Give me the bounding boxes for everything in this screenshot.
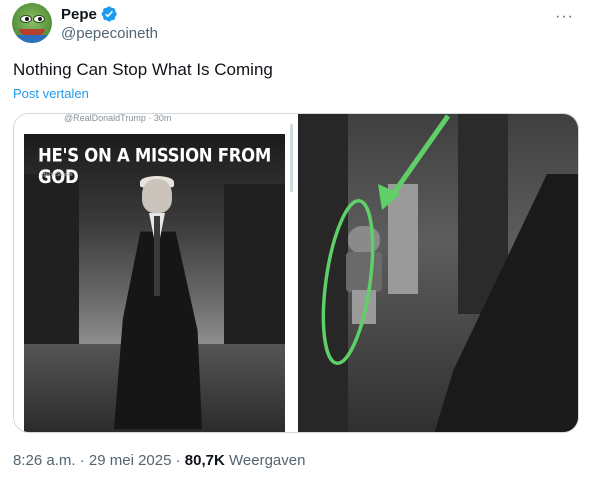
more-options-icon[interactable]: ··· [555, 8, 574, 26]
poster-credit: @FruitSnacks [41, 172, 73, 178]
author-name-text[interactable]: Pepe [61, 6, 97, 23]
media-left-image[interactable]: @RealDonaldTrump · 30m HE'S ON A MISSION… [14, 113, 295, 432]
views-count[interactable]: 80,7K [185, 452, 225, 469]
separator-2: · [171, 452, 185, 469]
separator: · [75, 452, 89, 469]
tweet-time[interactable]: 8:26 a.m. [13, 452, 76, 469]
verified-badge-icon [101, 6, 117, 22]
author-handle[interactable]: @pepecoineth [61, 25, 158, 42]
views-label[interactable]: Weergaven [229, 452, 305, 469]
tweet-timestamp: 8:26 a.m. · 29 mei 2025 · 80,7K Weergave… [13, 452, 305, 469]
mission-poster-image: HE'S ON A MISSION FROM GOD @FruitSnacks [24, 134, 285, 432]
tweet-text: Nothing Can Stop What Is Coming [13, 60, 273, 79]
highlight-arrow-icon [321, 114, 451, 366]
poster-title: HE'S ON A MISSION FROM GOD [38, 144, 271, 188]
media-right-image[interactable] [298, 114, 578, 432]
translate-post-link[interactable]: Post vertalen [13, 86, 89, 101]
author-display-name[interactable]: Pepe [61, 5, 118, 23]
media-scrollbar[interactable] [290, 124, 293, 192]
tweet-media[interactable]: @RealDonaldTrump · 30m HE'S ON A MISSION… [13, 113, 579, 433]
tweet-date[interactable]: 29 mei 2025 [89, 452, 172, 469]
author-avatar[interactable] [12, 3, 52, 43]
quoted-caption: @RealDonaldTrump · 30m [64, 113, 172, 123]
